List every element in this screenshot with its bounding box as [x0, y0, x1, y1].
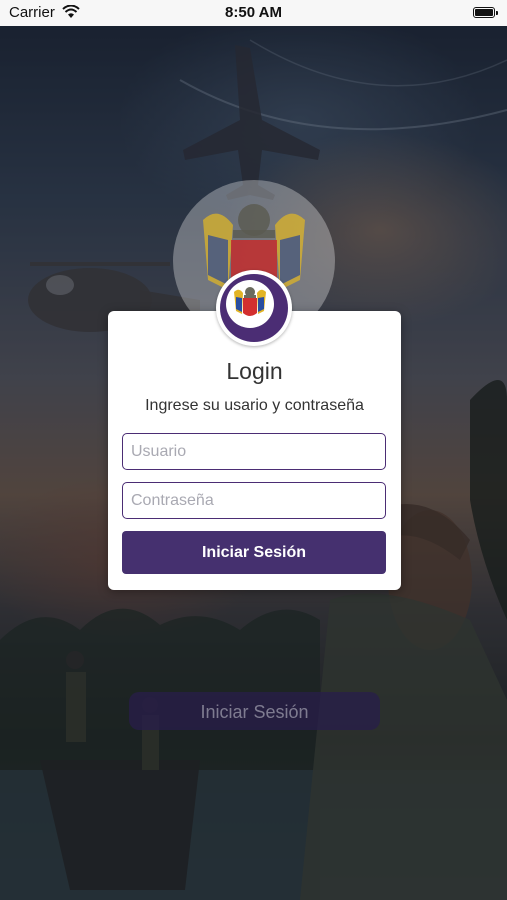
background-login-button: Iniciar Sesión	[129, 692, 380, 730]
login-button[interactable]: Iniciar Sesión	[122, 531, 386, 574]
clock: 8:50 AM	[225, 4, 282, 21]
emblem-inner	[226, 280, 274, 328]
dialog-title: Login	[226, 358, 283, 384]
dialog-emblem	[216, 270, 292, 346]
login-dialog: Login Ingrese su usario y contraseña Ini…	[108, 311, 401, 590]
password-input[interactable]	[122, 482, 386, 519]
status-bar: Carrier 8:50 AM	[0, 0, 507, 26]
battery-icon	[473, 7, 498, 18]
dialog-subtitle: Ingrese su usario y contraseña	[145, 397, 364, 414]
battery-level	[475, 9, 493, 16]
username-input[interactable]	[122, 433, 386, 470]
shield-emblem-icon	[234, 287, 266, 316]
